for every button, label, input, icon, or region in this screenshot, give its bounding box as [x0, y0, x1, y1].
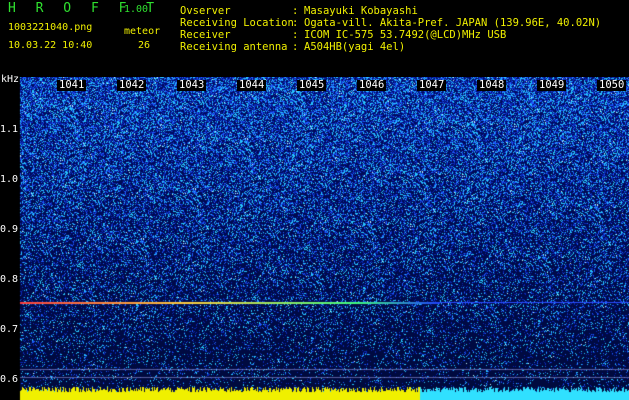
meteor-label: meteor	[124, 26, 161, 37]
time-tick: 1048	[477, 79, 507, 91]
info-label-antenna: Receiving antenna	[180, 41, 288, 53]
time-tick: 1050	[597, 79, 627, 91]
spectrogram-canvas	[0, 77, 629, 400]
info-colon: :	[292, 41, 299, 53]
frequency-unit-label: kHz	[1, 74, 20, 85]
info-colon: :	[292, 29, 299, 41]
freq-tick: 1.1	[0, 124, 19, 135]
info-value-observer: Masayuki Kobayashi	[304, 5, 418, 17]
timestamp: 10.03.22 10:40	[8, 40, 93, 51]
time-tick: 1041	[57, 79, 87, 91]
app-version: 1.00	[124, 4, 149, 15]
freq-tick: 0.9	[0, 224, 19, 235]
time-tick: 1045	[297, 79, 327, 91]
freq-tick: 1.0	[0, 174, 19, 185]
freq-tick: 0.7	[0, 324, 19, 335]
time-tick: 1047	[417, 79, 447, 91]
info-label-location: Receiving Location	[180, 17, 294, 29]
info-colon: :	[292, 17, 299, 29]
freq-tick: 0.6	[0, 374, 19, 385]
time-tick: 1044	[237, 79, 267, 91]
info-value-location: Ogata-vill. Akita-Pref. JAPAN (139.96E, …	[304, 17, 602, 29]
info-value-antenna: A504HB(yagi 4el)	[304, 41, 406, 53]
info-value-receiver: ICOM IC-575 53.7492(@LCD)MHz USB	[304, 29, 507, 41]
info-label-observer: Ovserver	[180, 5, 231, 17]
info-label-receiver: Receiver	[180, 29, 231, 41]
time-tick: 1042	[117, 79, 147, 91]
time-tick: 1049	[537, 79, 567, 91]
freq-tick: 0.8	[0, 274, 19, 285]
file-name: 1003221040.png	[8, 22, 93, 33]
meteor-count: 26	[138, 40, 151, 51]
info-colon: :	[292, 5, 299, 17]
time-tick: 1046	[357, 79, 387, 91]
time-tick: 1043	[177, 79, 207, 91]
